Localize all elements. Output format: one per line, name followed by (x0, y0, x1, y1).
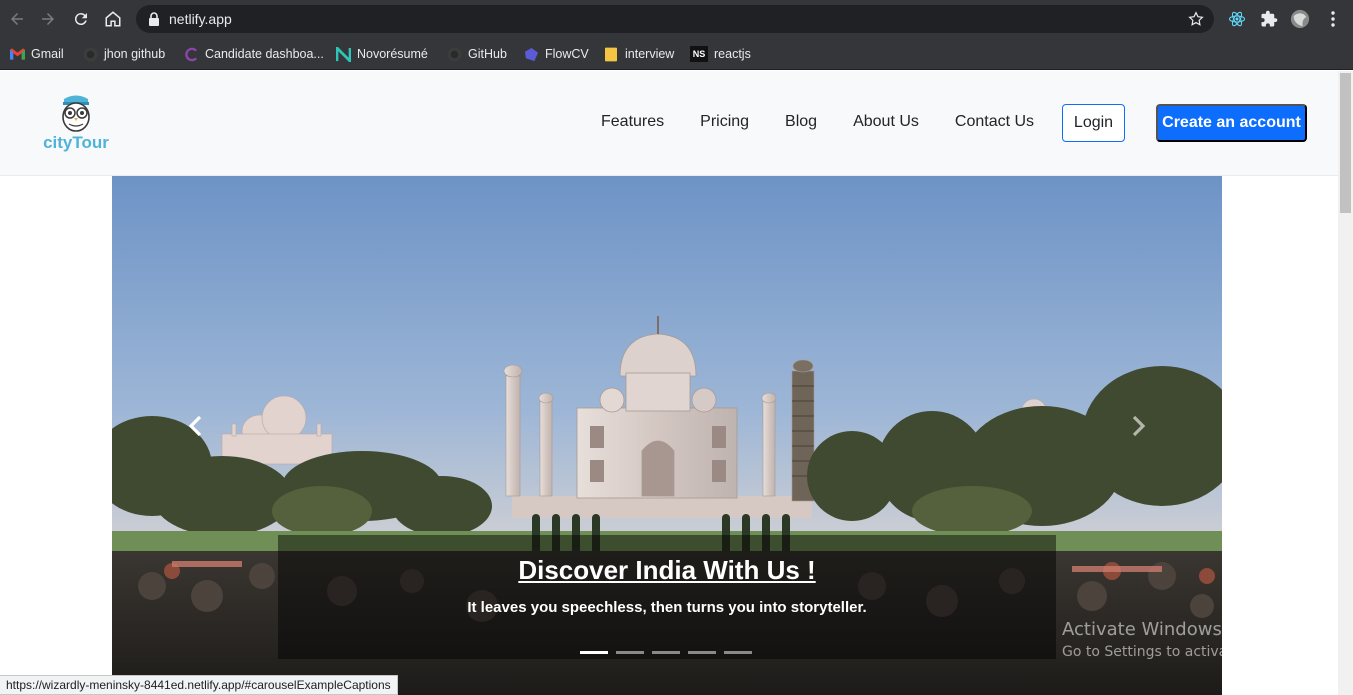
login-button[interactable]: Login (1062, 104, 1125, 142)
carousel-prev-icon[interactable] (186, 414, 206, 438)
caption-backdrop (278, 535, 1056, 659)
bookmark-label: Candidate dashboa... (205, 47, 324, 61)
profile-avatar[interactable] (1290, 9, 1310, 29)
bookmark-github[interactable]: GitHub (446, 43, 507, 65)
bookmark-jhon-github[interactable]: jhon github (82, 43, 165, 65)
carousel-next-icon[interactable] (1128, 414, 1148, 438)
folder-icon (603, 46, 619, 62)
gmail-icon (9, 46, 25, 62)
browser-toolbar: netlify.app (0, 0, 1353, 38)
bookmarks-bar: Gmail jhon github Candidate dashboa... N… (0, 38, 1353, 70)
brand-name: cityTour (43, 133, 109, 152)
watermark-line-2: Go to Settings to activate Windows. (1062, 644, 1313, 660)
bookmark-novoresume[interactable]: Novorésumé (335, 43, 428, 65)
scrollbar-thumb[interactable] (1340, 73, 1351, 213)
hero-carousel: Discover India With Us ! It leaves you s… (112, 176, 1222, 695)
activate-windows-watermark: Activate Windows Go to Settings to activ… (1062, 619, 1313, 662)
bookmark-star-icon[interactable] (1187, 10, 1205, 28)
bookmark-candidate-dashboard[interactable]: Candidate dashboa... (183, 43, 324, 65)
watermark-line-1: Activate Windows (1062, 619, 1222, 640)
flowcv-icon (523, 46, 539, 62)
bookmark-label: Gmail (31, 47, 64, 61)
lock-icon (149, 12, 159, 26)
nav-contact-us[interactable]: Contact Us (937, 111, 1052, 133)
bookmark-reactjs[interactable]: NS reactjs (690, 43, 751, 65)
reload-icon[interactable] (70, 8, 92, 30)
ns-icon: NS (690, 46, 708, 62)
web-page: cityTour Features Pricing Blog About Us … (0, 71, 1338, 695)
link-status-bar: https://wizardly-meninsky-8441ed.netlify… (0, 675, 398, 695)
address-bar[interactable]: netlify.app (136, 5, 1214, 33)
bookmark-label: reactjs (714, 47, 751, 61)
bookmark-label: interview (625, 47, 675, 61)
home-icon[interactable] (102, 8, 124, 30)
carousel-indicator-1[interactable] (580, 651, 608, 654)
owl-logo-icon (62, 95, 90, 132)
nav-pricing[interactable]: Pricing (682, 111, 767, 133)
bookmark-label: FlowCV (545, 47, 589, 61)
bookmark-label: jhon github (104, 47, 166, 61)
carousel-indicators (580, 651, 752, 654)
carousel-caption-title: Discover India With Us ! (518, 555, 816, 585)
page-scrollbar[interactable] (1338, 71, 1353, 695)
candidate-icon (183, 46, 199, 62)
nav-blog[interactable]: Blog (767, 111, 835, 133)
bookmark-flowcv[interactable]: FlowCV (523, 43, 589, 65)
github-icon (82, 46, 98, 62)
site-navbar: cityTour Features Pricing Blog About Us … (0, 71, 1338, 176)
nav-links: Features Pricing Blog About Us Contact U… (583, 111, 1052, 133)
react-devtools-icon[interactable] (1227, 9, 1247, 29)
nav-features[interactable]: Features (583, 111, 682, 133)
bookmark-label: GitHub (468, 47, 507, 61)
extensions-puzzle-icon[interactable] (1259, 9, 1279, 29)
novoresume-icon (335, 46, 351, 62)
create-account-button[interactable]: Create an account (1156, 104, 1307, 142)
brand-logo[interactable]: cityTour (38, 93, 114, 157)
nav-about-us[interactable]: About Us (835, 111, 937, 133)
url-text: netlify.app (169, 11, 232, 27)
bookmark-gmail[interactable]: Gmail (9, 43, 64, 65)
bookmark-label: Novorésumé (357, 47, 428, 61)
bookmark-interview[interactable]: interview (603, 43, 674, 65)
forward-icon[interactable] (37, 8, 59, 30)
back-icon[interactable] (6, 8, 28, 30)
kebab-menu-icon[interactable] (1323, 9, 1343, 29)
github-icon (446, 46, 462, 62)
carousel-indicator-3[interactable] (652, 651, 680, 654)
carousel-caption-subtitle: It leaves you speechless, then turns you… (467, 599, 867, 616)
carousel-indicator-4[interactable] (688, 651, 716, 654)
carousel-indicator-2[interactable] (616, 651, 644, 654)
carousel-indicator-5[interactable] (724, 651, 752, 654)
